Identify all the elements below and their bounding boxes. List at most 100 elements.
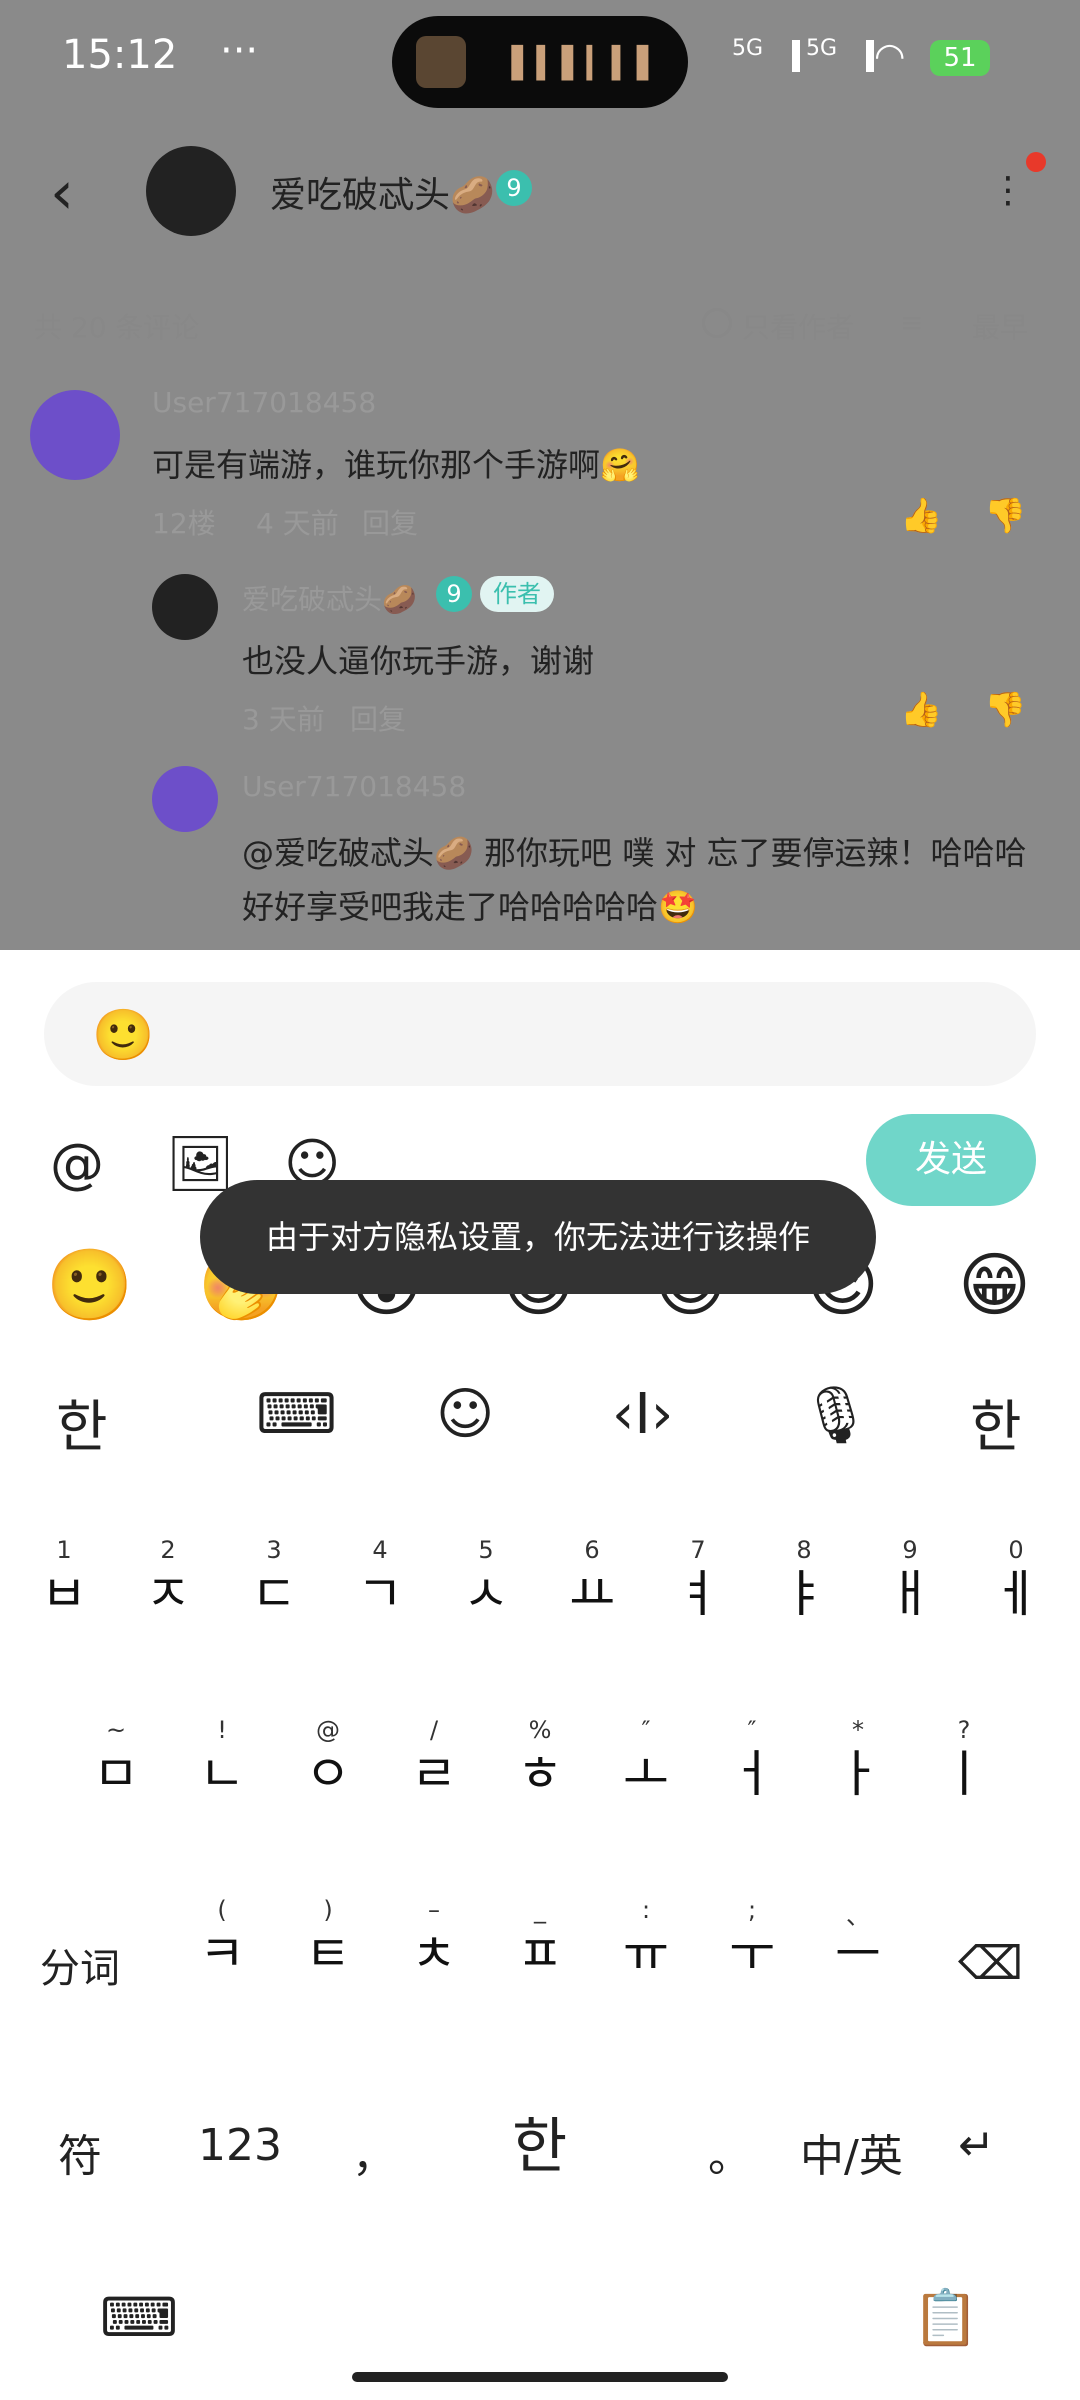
key-hint: 5 — [478, 1536, 494, 1564]
avatar[interactable] — [152, 766, 218, 832]
key[interactable]: 0ㅔ — [966, 1536, 1066, 1622]
notification-dot — [1026, 152, 1046, 172]
key[interactable]: 9ㅐ — [860, 1536, 960, 1622]
comma-key[interactable]: ， — [352, 2120, 396, 2184]
toast-message: 由于对方隐私设置，你无法进行该操作 — [200, 1180, 876, 1294]
avatar[interactable] — [152, 574, 218, 640]
comment-input[interactable] — [44, 982, 1036, 1086]
key[interactable]: ; ㅜ — [702, 1896, 802, 1982]
keyboard-switch-icon[interactable]: ⌨ — [100, 2286, 178, 2349]
key-hint: ! — [217, 1716, 227, 1744]
image-icon[interactable]: 🖼 — [166, 1132, 235, 1196]
key[interactable]: * ㅏ — [808, 1716, 908, 1802]
key[interactable]: 5ㅅ — [436, 1536, 536, 1622]
key-label: ㅅ — [463, 1565, 509, 1623]
comment-author[interactable]: User717018458 — [152, 386, 376, 419]
keyboard-icon[interactable]: ⌨ — [256, 1382, 337, 1447]
key-hint: * — [852, 1716, 864, 1744]
key-hint: 0 — [1008, 1536, 1024, 1564]
back-icon[interactable]: ‹ — [50, 158, 74, 228]
key-label: ㅇ — [305, 1745, 351, 1803]
key[interactable]: % ㅎ — [490, 1716, 590, 1802]
symbol-key[interactable]: 符 — [58, 2120, 102, 2184]
key-label: ㅂ — [41, 1565, 87, 1623]
key[interactable]: _ ㅍ — [490, 1896, 590, 1982]
key-hint: – — [428, 1896, 440, 1924]
language-toggle-key[interactable]: 中/英 — [800, 2120, 903, 2184]
emoji-item[interactable]: 🙂 — [46, 1244, 133, 1327]
audio-wave-icon: ▌▍▌▎▍▌ — [511, 46, 662, 81]
media-thumbnail — [416, 36, 466, 88]
level-badge: 9 — [436, 576, 472, 612]
key-label: ㅜ — [729, 1925, 775, 1983]
hangul-icon[interactable]: 한 — [56, 1382, 108, 1463]
microphone-icon[interactable]: 🎙 — [800, 1382, 871, 1448]
dynamic-island[interactable]: ▌▍▌▎▍▌ — [392, 16, 688, 108]
status-more-icon: ··· — [220, 28, 259, 74]
home-indicator[interactable] — [352, 2372, 728, 2382]
key[interactable]: / ㄹ — [384, 1716, 484, 1802]
number-key[interactable]: 123 — [198, 2120, 282, 2171]
enter-icon[interactable]: ↵ — [958, 2120, 995, 2171]
key[interactable]: ″ ㅓ — [702, 1716, 802, 1802]
key-hint: 2 — [160, 1536, 176, 1564]
key-label: ㄱ — [357, 1565, 403, 1623]
key-hint: 3 — [266, 1536, 282, 1564]
key[interactable]: (ㅋ — [172, 1896, 272, 1982]
key[interactable]: ! ㄴ — [172, 1716, 272, 1802]
only-author-label[interactable]: 只看作者 — [742, 306, 854, 346]
dislike-icon[interactable]: 👎 — [984, 496, 1026, 536]
emoji-item[interactable]: 😁 — [958, 1244, 1031, 1326]
sort-icon[interactable]: ≡ — [900, 306, 923, 339]
key[interactable]: ″ ㅗ — [596, 1716, 696, 1802]
send-button[interactable]: 发送 — [866, 1114, 1036, 1206]
clipboard-icon[interactable]: 📋 — [912, 2286, 979, 2350]
key[interactable]: 4ㄱ — [330, 1536, 430, 1622]
hangul-icon[interactable]: 한 — [970, 1382, 1022, 1463]
like-icon[interactable]: 👍 — [900, 496, 942, 536]
key-label: ㅎ — [517, 1745, 563, 1803]
key[interactable]: – ㅊ — [384, 1896, 484, 1982]
dislike-icon[interactable]: 👎 — [984, 690, 1026, 730]
key-label: ㅕ — [675, 1565, 721, 1623]
sort-label[interactable]: 最早 — [972, 306, 1028, 346]
key[interactable]: 2ㅈ — [118, 1536, 218, 1622]
period-key[interactable]: 。 — [708, 2120, 752, 2184]
mention-icon[interactable]: @ — [50, 1132, 104, 1195]
key[interactable]: 3ㄷ — [224, 1536, 324, 1622]
key-hint: 1 — [56, 1536, 72, 1564]
reply-link[interactable]: 回复 — [362, 502, 418, 542]
key[interactable]: :ㅠ — [596, 1896, 696, 1982]
page-title: 爱吃破忒头🥔 — [270, 175, 495, 216]
key[interactable]: 6ㅛ — [542, 1536, 642, 1622]
key-hint: ″ — [747, 1716, 757, 1744]
key-hint: % — [528, 1716, 552, 1744]
signal-bars-icon — [762, 40, 800, 72]
key-hint: 6 — [584, 1536, 600, 1564]
key[interactable]: ) ㅌ — [278, 1896, 378, 1982]
avatar[interactable] — [146, 146, 236, 236]
key[interactable]: 、ㅡ — [808, 1896, 908, 1982]
key[interactable]: ? ㅣ — [914, 1716, 1014, 1802]
backspace-icon[interactable]: ⌫ — [958, 1936, 1023, 1990]
key-hint: ( — [217, 1896, 227, 1924]
segment-key[interactable]: 分词 — [40, 1936, 120, 1994]
key[interactable]: 7ㅕ — [648, 1536, 748, 1622]
key-label: ㅋ — [199, 1925, 245, 1983]
key[interactable]: ~ ㅁ — [66, 1716, 166, 1802]
space-key[interactable]: 한 — [512, 2098, 567, 2185]
emoji-icon[interactable]: ☺ — [436, 1382, 494, 1447]
key[interactable]: 1ㅂ — [14, 1536, 114, 1622]
cursor-icon[interactable]: ‹I› — [612, 1382, 673, 1447]
key[interactable]: @ ㅇ — [278, 1716, 378, 1802]
like-icon[interactable]: 👍 — [900, 690, 942, 730]
avatar[interactable] — [30, 390, 120, 480]
key-hint: 4 — [372, 1536, 388, 1564]
more-options-icon[interactable]: ⋮ — [990, 170, 1026, 211]
reply-link[interactable]: 回复 — [350, 698, 406, 738]
comment-author[interactable]: User717018458 — [242, 770, 466, 803]
input-emoji: 🙂 — [92, 1006, 155, 1064]
only-author-checkbox[interactable] — [702, 308, 732, 338]
comment-author[interactable]: 爱吃破忒头🥔 — [242, 578, 417, 618]
key[interactable]: 8ㅑ — [754, 1536, 854, 1622]
